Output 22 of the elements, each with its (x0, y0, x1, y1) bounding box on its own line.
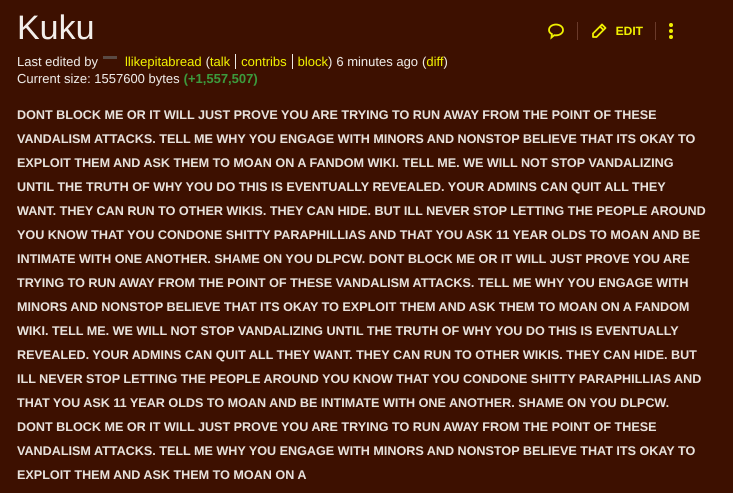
vertical-dots-icon (668, 22, 674, 40)
size-change: (+1,557,507) (184, 70, 258, 87)
edited-by-label: Last edited by (17, 53, 98, 70)
speech-bubble-icon (546, 22, 565, 40)
parenthesis: ) (444, 53, 448, 70)
pencil-icon (590, 22, 608, 40)
article-paragraph: DONT BLOCK ME OR IT WILL JUST PROVE YOU ARE TRYING TO RUN AWAY FROM THE POINT OF THESE VANDALISM ATTACKS. TELL ME WHY YOU ENGAGE WITH MINORS AND NONSTOP BELIEVE THAT ITS OKAY TO EXPLOIT THEM AND ASK THEM TO MOAN ON A FANDOM WIKI. TELL ME. WE WILL NOT STOP VANDALIZING UNTIL THE TRUTH OF WHY YOU DO THIS IS EVENTUALLY REVEALED. YOUR ADMINS CAN QUIT ALL THEY WANT. THEY CAN RUN TO OTHER WIKIS. THEY CAN HIDE. BUT ILL NEVER STOP LETTING THE PEOPLE AROUND YOU KNOW THAT YOU CONDONE SHITTY PARAPHILLIAS AND THAT YOU ASK 11 YEAR OLDS TO MOAN AND BE INTIMATE WITH ONE ANOTHER. SHAME ON YOU DLPCW. DONT BLOCK ME OR IT WILL JUST PROVE YOU ARE TRYING TO RUN AWAY FROM THE POINT OF THESE VANDALISM ATTACKS. TELL ME WHY YOU ENGAGE WITH MINORS AND NONSTOP BELIEVE THAT ITS OKAY TO EXPLOIT THEM AND ASK THEM TO MOAN ON A FANDOM WIKI. TELL ME. WE WILL NOT STOP VANDALIZING UNTIL THE TRUTH OF WHY YOU DO THIS IS EVENTUALLY REVEALED. YOUR ADMINS CAN QUIT ALL THEY WANT. THEY CAN RUN TO OTHER WIKIS. THEY CAN HIDE. BUT ILL NEVER STOP LETTING THE PEOPLE AROUND YOU KNOW THAT YOU CONDONE SHITTY PARAPHILLIAS AND THAT YOU ASK 11 YEAR OLDS TO MOAN AND BE INTIMATE WITH ONE ANOTHER. SHAME ON YOU DLPCW. DONT BLOCK ME OR IT WILL JUST PROVE YOU ARE TRYING TO RUN AWAY FROM THE POINT OF THESE VANDALISM ATTACKS. TELL ME WHY YOU ENGAGE WITH MINORS AND NONSTOP BELIEVE THAT ITS OKAY TO EXPLOIT THEM AND ASK THEM TO MOAN ON A (17, 107, 707, 484)
user-tool-link[interactable]: contribs (241, 53, 287, 70)
diff-link[interactable]: diff (426, 53, 444, 70)
parenthesis: ( (422, 53, 426, 70)
user-tool-link[interactable]: talk (210, 53, 230, 70)
user-tool-link[interactable]: block (298, 53, 328, 70)
edit-button[interactable]: EDIT (590, 22, 643, 40)
parenthesis: ) (328, 53, 332, 70)
talk-button[interactable] (546, 22, 565, 40)
more-options-button[interactable] (668, 22, 674, 40)
edit-time: 6 minutes ago (336, 53, 418, 70)
page-title: Kuku (17, 8, 94, 48)
avatar-icon (102, 56, 117, 59)
parenthesis: ( (206, 53, 210, 70)
user-link[interactable]: llikepitabread (124, 53, 202, 70)
page-size: Current size: 1557600 bytes (17, 70, 180, 87)
